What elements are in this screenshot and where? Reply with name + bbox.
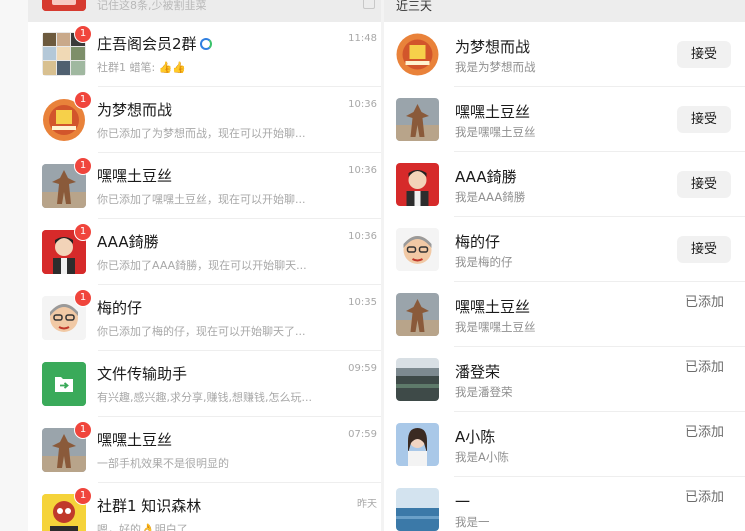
request-message: 我是嘿嘿土豆丝	[455, 320, 536, 334]
request-item[interactable]: 潘登荣 我是潘登荣 已添加	[384, 347, 745, 412]
unread-badge: 1	[74, 25, 92, 43]
chat-item[interactable]: 1 为梦想而战 你已添加了为梦想而战，现在可以开始聊... 10:36	[28, 88, 381, 153]
request-name: 嘿嘿土豆丝	[455, 103, 531, 121]
divider	[98, 284, 381, 285]
chat-item[interactable]: 1 AAA錡勝 你已添加了AAA錡勝，现在可以开始聊天... 10:36	[28, 220, 381, 285]
request-message: 我是一	[455, 515, 490, 529]
request-name: 嘿嘿土豆丝	[455, 298, 531, 316]
request-name: A小陈	[455, 428, 496, 446]
unread-badge: 1	[74, 289, 92, 307]
chat-preview: 记住这8条,少被割韭菜	[97, 0, 207, 12]
request-item[interactable]: A小陈 我是A小陈 已添加	[384, 412, 745, 477]
girl-photo-avatar	[396, 423, 439, 466]
chat-item[interactable]: 1 社群1 知识森林 嗯，好的👌明白了 昨天	[28, 484, 381, 531]
chat-time: 10:36	[348, 231, 377, 242]
unread-badge: 1	[74, 157, 92, 175]
chat-time: 10:36	[348, 99, 377, 110]
left-gutter	[0, 0, 28, 531]
request-item[interactable]: 嘿嘿土豆丝 我是嘿嘿土豆丝 已添加	[384, 282, 745, 347]
accept-button[interactable]: 接受	[677, 41, 731, 68]
request-item[interactable]: 一 我是一 已添加	[384, 477, 745, 531]
chat-preview: 你已添加了AAA錡勝，现在可以开始聊天...	[97, 259, 307, 272]
chat-name: AAA錡勝	[97, 233, 159, 251]
chat-name: 文件传输助手	[97, 365, 188, 383]
divider	[98, 218, 381, 219]
chat-item[interactable]: 记住这8条,少被割韭菜	[28, 0, 381, 22]
chat-name: 为梦想而战	[97, 101, 173, 119]
request-item[interactable]: 嘿嘿土豆丝 我是嘿嘿土豆丝 接受	[384, 87, 745, 152]
chat-time: 10:35	[348, 297, 377, 308]
request-message: 我是潘登荣	[455, 385, 513, 399]
chat-item[interactable]: 1 梅的仔 你已添加了梅的仔，现在可以开始聊天了... 10:35	[28, 286, 381, 351]
section-header: 近三天	[384, 0, 745, 22]
chat-name: 嘿嘿土豆丝	[97, 167, 173, 185]
chat-name: 梅的仔	[97, 299, 143, 317]
verified-icon	[199, 38, 212, 50]
unread-badge: 1	[74, 487, 92, 505]
chat-name: 嘿嘿土豆丝	[97, 431, 173, 449]
added-status: 已添加	[685, 490, 725, 505]
chat-preview: 社群1 蜡笔: 👍👍	[97, 61, 187, 74]
chat-preview: 你已添加了梅的仔，现在可以开始聊天了...	[97, 325, 306, 338]
request-item[interactable]: 为梦想而战 我是为梦想而战 接受	[384, 22, 745, 87]
divider	[98, 482, 381, 483]
chat-item[interactable]: 文件传输助手 有兴趣,感兴趣,求分享,赚钱,想赚钱,怎么玩... 09:59	[28, 352, 381, 417]
request-message: 我是嘿嘿土豆丝	[455, 125, 536, 139]
divider	[98, 86, 381, 87]
request-item[interactable]: AAA錡勝 我是AAA錡勝 接受	[384, 152, 745, 217]
file-transfer-icon	[42, 362, 86, 406]
request-message: 我是梅的仔	[455, 255, 513, 269]
request-name: AAA錡勝	[455, 168, 517, 186]
chat-list[interactable]: 记住这8条,少被割韭菜 1 庄吾阁会员2群 社群1 蜡笔: 👍👍 11:48 1…	[28, 0, 381, 531]
chat-item[interactable]: 1 嘿嘿土豆丝 一部手机效果不是很明显的 07:59	[28, 418, 381, 483]
request-name: 为梦想而战	[455, 38, 531, 56]
divider	[98, 416, 381, 417]
request-item[interactable]: 梅的仔 我是梅的仔 接受	[384, 217, 745, 282]
mute-icon	[363, 0, 375, 9]
chat-time: 09:59	[348, 363, 377, 374]
friend-request-list[interactable]: 近三天 为梦想而战 我是为梦想而战 接受 嘿嘿土豆丝 我是嘿嘿土豆丝 接受 AA…	[384, 0, 745, 531]
unread-badge: 1	[74, 91, 92, 109]
request-message: 我是A小陈	[455, 450, 509, 464]
divider	[98, 152, 381, 153]
added-status: 已添加	[685, 295, 725, 310]
chat-time: 昨天	[357, 499, 377, 510]
statue-avatar	[396, 293, 439, 336]
added-status: 已添加	[685, 360, 725, 375]
cartoon-man-avatar	[396, 163, 439, 206]
chat-name: 社群1 知识森林	[97, 497, 202, 515]
red-logo-avatar	[42, 0, 86, 11]
chat-name: 庄吾阁会员2群	[97, 33, 212, 54]
orange-round-avatar	[396, 33, 439, 76]
unread-badge: 1	[74, 223, 92, 241]
landscape-avatar	[396, 358, 439, 401]
request-name: 潘登荣	[455, 363, 501, 381]
unread-badge: 1	[74, 421, 92, 439]
divider	[98, 350, 381, 351]
request-message: 我是为梦想而战	[455, 60, 536, 74]
chat-preview: 一部手机效果不是很明显的	[97, 457, 229, 470]
old-man-avatar	[396, 228, 439, 271]
chat-preview: 你已添加了嘿嘿土豆丝，现在可以开始聊...	[97, 193, 306, 206]
chat-preview: 有兴趣,感兴趣,求分享,赚钱,想赚钱,怎么玩...	[97, 391, 312, 404]
sea-avatar	[396, 488, 439, 531]
accept-button[interactable]: 接受	[677, 106, 731, 133]
chat-preview: 嗯，好的👌明白了	[97, 523, 188, 531]
accept-button[interactable]: 接受	[677, 236, 731, 263]
chat-item[interactable]: 1 庄吾阁会员2群 社群1 蜡笔: 👍👍 11:48	[28, 22, 381, 87]
chat-time: 10:36	[348, 165, 377, 176]
chat-item[interactable]: 1 嘿嘿土豆丝 你已添加了嘿嘿土豆丝，现在可以开始聊... 10:36	[28, 154, 381, 219]
request-name: 梅的仔	[455, 233, 501, 251]
chat-time: 07:59	[348, 429, 377, 440]
request-name: 一	[455, 493, 471, 511]
chat-preview: 你已添加了为梦想而战，现在可以开始聊...	[97, 127, 306, 140]
accept-button[interactable]: 接受	[677, 171, 731, 198]
added-status: 已添加	[685, 425, 725, 440]
chat-time: 11:48	[348, 33, 377, 44]
request-message: 我是AAA錡勝	[455, 190, 526, 204]
statue-avatar	[396, 98, 439, 141]
